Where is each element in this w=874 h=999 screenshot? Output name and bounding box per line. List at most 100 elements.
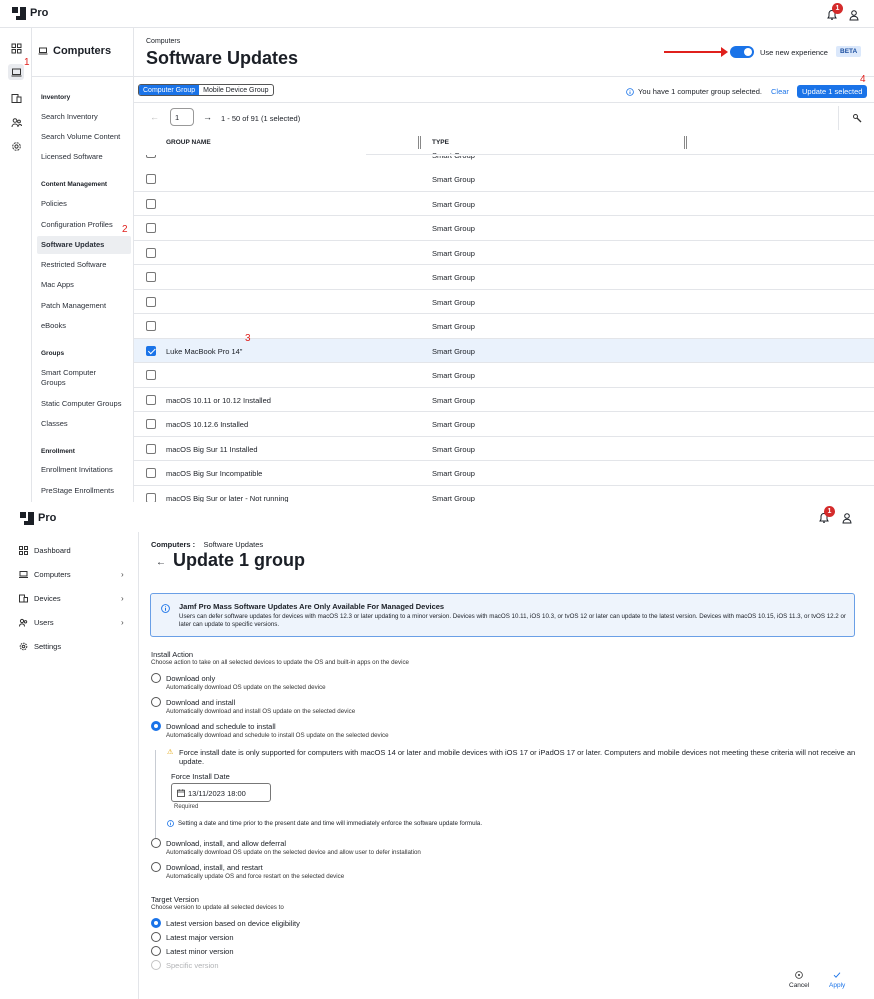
nav-devices[interactable]: Devices xyxy=(19,594,61,603)
force-install-date-field[interactable]: 13/11/2023 18:00 xyxy=(171,783,271,802)
table-row[interactable]: Smart Group xyxy=(134,363,874,388)
sidebar-item-ebooks[interactable]: eBooks xyxy=(41,321,66,331)
row-type: Smart Group xyxy=(432,371,475,380)
radio-latest-major[interactable] xyxy=(151,932,161,942)
table-row[interactable]: macOS 10.11 or 10.12 Installed Smart Grou… xyxy=(134,387,874,412)
row-checkbox[interactable] xyxy=(146,419,156,429)
row-checkbox[interactable] xyxy=(146,174,156,184)
users-icon[interactable] xyxy=(8,114,24,130)
selection-info: You have 1 computer group selected. xyxy=(626,87,762,96)
row-type: Smart Group xyxy=(432,395,475,405)
row-checkbox[interactable] xyxy=(146,223,156,233)
row-checkbox[interactable] xyxy=(146,296,156,307)
sidebar-item-smart-computer-groups[interactable]: Smart Computer Groups xyxy=(41,368,111,388)
nav-computers[interactable]: Computers xyxy=(19,570,71,579)
sidebar-item-search-inventory[interactable]: Search Inventory xyxy=(41,112,98,122)
row-group-name[interactable]: macOS Big Sur Incompatible xyxy=(166,469,262,478)
sidebar-item-policies[interactable]: Policies xyxy=(41,199,67,209)
user-icon[interactable] xyxy=(848,9,860,21)
page-number-input[interactable]: 1 xyxy=(170,108,194,126)
sidebar-item-static-computer-groups[interactable]: Static Computer Groups xyxy=(41,399,121,409)
dashboard-icon[interactable] xyxy=(8,40,24,56)
row-checkbox[interactable] xyxy=(146,198,156,209)
next-page-arrow-icon[interactable]: → xyxy=(203,112,212,122)
radio-specific-version[interactable] xyxy=(151,960,161,970)
radio-download-and-schedule[interactable] xyxy=(151,721,161,731)
table-row[interactable]: Smart Group xyxy=(134,167,874,192)
table-row[interactable]: Smart Group xyxy=(134,240,874,265)
devices-icon[interactable] xyxy=(8,90,24,106)
row-checkbox[interactable] xyxy=(146,345,156,356)
table-row[interactable]: macOS Big Sur Incompatible Smart Group xyxy=(134,461,874,486)
row-group-name[interactable]: macOS Big Sur 11 Installed xyxy=(166,445,258,454)
sidebar-item-software-updates[interactable]: Software Updates xyxy=(37,236,131,254)
chevron-right-icon[interactable]: › xyxy=(121,594,124,603)
row-checkbox[interactable] xyxy=(146,492,156,502)
tab-computer-group[interactable]: Computer Group xyxy=(139,85,200,95)
sidebar-title: Computers xyxy=(38,45,111,57)
table-row[interactable]: Smart Group xyxy=(134,289,874,314)
row-group-name[interactable]: macOS Big Sur or later - Not running xyxy=(166,494,289,503)
radio-label: Specific version xyxy=(166,961,219,970)
radio-latest-eligible[interactable] xyxy=(151,918,161,928)
row-type: Smart Group xyxy=(432,493,475,503)
user-icon[interactable] xyxy=(841,512,853,524)
table-row[interactable]: Smart Group xyxy=(134,191,874,216)
sidebar-item-classes[interactable]: Classes xyxy=(41,419,68,429)
row-checkbox[interactable] xyxy=(146,394,156,405)
radio-download-and-install[interactable] xyxy=(151,697,161,707)
row-group-name[interactable]: macOS 10.12.6 Installed xyxy=(166,420,248,429)
row-group-name[interactable]: macOS 10.11 or 10.12 Installed xyxy=(166,396,271,405)
new-experience-toggle[interactable] xyxy=(730,46,754,58)
clear-link[interactable]: Clear xyxy=(771,87,789,96)
sidebar-item-configuration-profiles[interactable]: Configuration Profiles xyxy=(41,220,113,230)
table-row[interactable]: macOS 10.12.6 Installed Smart Group xyxy=(134,412,874,437)
sidebar-item-enrollment-invitations[interactable]: Enrollment Invitations xyxy=(41,465,113,475)
sidebar-item-mac-apps[interactable]: Mac Apps xyxy=(41,280,74,290)
row-checkbox[interactable] xyxy=(146,272,156,282)
chevron-right-icon[interactable]: › xyxy=(121,570,124,579)
breadcrumb-current[interactable]: Software Updates xyxy=(204,540,264,549)
radio-description: Automatically download OS update on the … xyxy=(166,684,326,691)
row-group-name[interactable]: Luke MacBook Pro 14" xyxy=(166,347,242,356)
column-settings-button[interactable] xyxy=(838,106,874,130)
sidebar-item-restricted-software[interactable]: Restricted Software xyxy=(41,260,106,270)
computers-icon[interactable] xyxy=(8,64,24,80)
settings-gear-icon[interactable] xyxy=(8,138,24,154)
sidebar-item-patch-management[interactable]: Patch Management xyxy=(41,301,106,311)
nav-settings[interactable]: Settings xyxy=(19,642,61,651)
table-row[interactable]: macOS Big Sur 11 Installed Smart Group xyxy=(134,436,874,461)
divider xyxy=(134,102,874,103)
nav-label: Users xyxy=(34,618,54,627)
row-checkbox[interactable] xyxy=(146,321,156,331)
row-checkbox[interactable] xyxy=(146,247,156,258)
row-checkbox[interactable] xyxy=(146,370,156,380)
tab-mobile-device-group[interactable]: Mobile Device Group xyxy=(199,85,272,95)
alert-body: Users can defer software updates for dev… xyxy=(179,613,846,628)
back-arrow-icon[interactable]: ← xyxy=(156,557,166,568)
row-checkbox[interactable] xyxy=(146,443,156,454)
radio-label: Latest version based on device eligibili… xyxy=(166,919,300,928)
chevron-right-icon[interactable]: › xyxy=(121,618,124,627)
previous-page-arrow-icon[interactable]: ← xyxy=(150,112,159,122)
breadcrumb[interactable]: Computers xyxy=(146,38,180,45)
radio-download-only[interactable] xyxy=(151,673,161,683)
row-checkbox[interactable] xyxy=(146,468,156,478)
nav-users[interactable]: Users xyxy=(19,618,54,627)
breadcrumb-parent[interactable]: Computers : xyxy=(151,540,195,549)
radio-download-install-deferral[interactable] xyxy=(151,838,161,848)
sidebar-item-licensed-software[interactable]: Licensed Software xyxy=(41,152,103,162)
table-row[interactable]: macOS Big Sur or later - Not running Smar… xyxy=(134,485,874,503)
table-row[interactable]: Smart Group xyxy=(134,265,874,290)
radio-latest-minor[interactable] xyxy=(151,946,161,956)
sidebar-item-prestage-enrollments[interactable]: PreStage Enrollments xyxy=(41,486,114,496)
nav-dashboard[interactable]: Dashboard xyxy=(19,546,71,555)
radio-label: Download only xyxy=(166,674,216,683)
devices-icon xyxy=(19,594,28,603)
radio-download-install-restart[interactable] xyxy=(151,862,161,872)
table-row[interactable]: Smart Group xyxy=(134,216,874,241)
cancel-button[interactable]: Cancel xyxy=(789,971,809,989)
sidebar-item-search-volume-content[interactable]: Search Volume Content xyxy=(41,132,120,142)
update-selected-button[interactable]: Update 1 selected xyxy=(797,85,868,98)
apply-button[interactable]: Apply xyxy=(829,971,845,989)
